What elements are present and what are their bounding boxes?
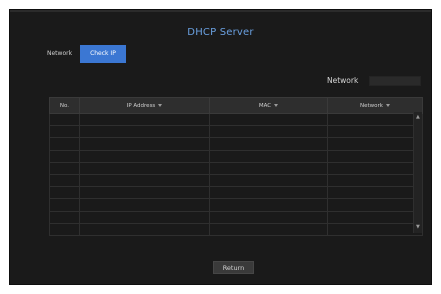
column-header-ip-address[interactable]: IP Address bbox=[79, 97, 210, 114]
table-cell bbox=[327, 186, 423, 200]
table-cell bbox=[79, 173, 210, 188]
table-header-row: No. IP Address MAC Network bbox=[49, 97, 423, 114]
table-cell bbox=[49, 161, 80, 175]
table-cell bbox=[209, 125, 328, 139]
table-cell bbox=[79, 198, 210, 212]
scroll-down-icon[interactable]: ▼ bbox=[416, 225, 420, 230]
table-cell bbox=[209, 161, 328, 175]
table-cell bbox=[49, 222, 80, 236]
table-scrollbar[interactable]: ▲ ▼ bbox=[413, 112, 422, 233]
table-cell bbox=[327, 173, 423, 188]
table-cell bbox=[79, 149, 210, 163]
table-cell bbox=[327, 125, 423, 139]
table-cell bbox=[49, 198, 80, 212]
table-cell bbox=[327, 210, 423, 224]
table-cell bbox=[209, 173, 328, 188]
table-cell bbox=[79, 186, 210, 200]
sort-arrow-icon bbox=[274, 103, 279, 107]
table-cell bbox=[209, 186, 328, 200]
table-row[interactable] bbox=[49, 186, 423, 200]
scroll-up-icon[interactable]: ▲ bbox=[416, 115, 420, 120]
table-cell bbox=[49, 173, 80, 188]
tab-check-ip[interactable]: Check IP bbox=[80, 45, 126, 63]
table-cell bbox=[209, 149, 328, 163]
column-header-mac[interactable]: MAC bbox=[209, 97, 328, 114]
network-filter-select[interactable] bbox=[369, 76, 421, 86]
table-cell bbox=[327, 149, 423, 163]
network-filter-label: Network bbox=[327, 76, 359, 85]
table-cell bbox=[79, 112, 210, 127]
table-cell bbox=[327, 161, 423, 175]
table-row[interactable] bbox=[49, 173, 423, 188]
dhcp-server-dialog: DHCP Server Network Check IP Network No.… bbox=[9, 9, 432, 285]
table-row[interactable] bbox=[49, 222, 423, 236]
return-button[interactable]: Return bbox=[213, 261, 254, 274]
table-row[interactable] bbox=[49, 112, 423, 127]
table-cell bbox=[327, 198, 423, 212]
table-cell bbox=[327, 222, 423, 236]
table-row[interactable] bbox=[49, 161, 423, 175]
sort-arrow-icon bbox=[158, 103, 163, 107]
table-row[interactable] bbox=[49, 198, 423, 212]
table-row[interactable] bbox=[49, 125, 423, 139]
table-row[interactable] bbox=[49, 149, 423, 163]
table-cell bbox=[79, 210, 210, 224]
tab-bar: Network Check IP bbox=[39, 45, 126, 63]
table-cell bbox=[327, 112, 423, 127]
ip-table: No. IP Address MAC Network bbox=[49, 97, 423, 236]
table-cell bbox=[209, 112, 328, 127]
sort-arrow-icon bbox=[385, 103, 390, 107]
table-cell bbox=[209, 222, 328, 236]
table-row[interactable] bbox=[49, 210, 423, 224]
table-cell bbox=[49, 137, 80, 151]
tab-network[interactable]: Network bbox=[39, 45, 80, 63]
column-header-no: No. bbox=[49, 97, 80, 114]
table-cell bbox=[209, 198, 328, 212]
table-cell bbox=[79, 137, 210, 151]
page-title: DHCP Server bbox=[187, 27, 254, 38]
table-cell bbox=[49, 149, 80, 163]
table-cell bbox=[79, 161, 210, 175]
column-header-network[interactable]: Network bbox=[327, 97, 423, 114]
table-cell bbox=[327, 137, 423, 151]
table-cell bbox=[209, 210, 328, 224]
table-cell bbox=[49, 186, 80, 200]
table-cell bbox=[209, 137, 328, 151]
table-cell bbox=[49, 125, 80, 139]
top-divider bbox=[10, 10, 431, 12]
table-cell bbox=[79, 222, 210, 236]
table-cell bbox=[49, 210, 80, 224]
table-cell bbox=[49, 112, 80, 127]
table-cell bbox=[79, 125, 210, 139]
table-row[interactable] bbox=[49, 137, 423, 151]
